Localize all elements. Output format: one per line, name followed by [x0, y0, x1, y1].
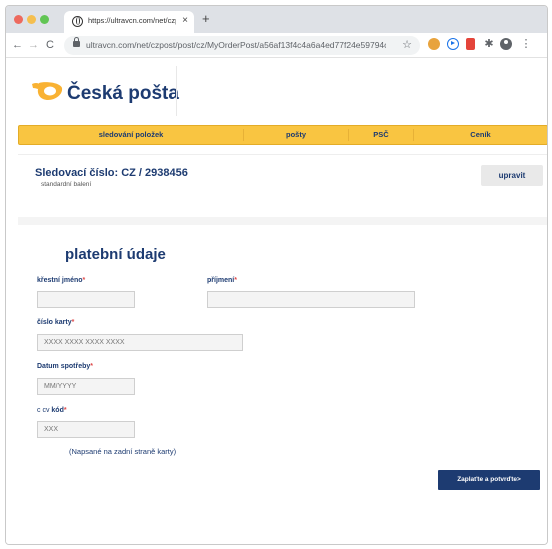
reload-icon[interactable]: C	[46, 38, 54, 52]
package-type: standardní balení	[41, 181, 92, 188]
menu-item-tracking[interactable]: sledování položek	[19, 126, 243, 144]
menu-item-postcode[interactable]: PSČ	[349, 126, 413, 144]
kebab-menu-icon[interactable]: ⋮	[520, 38, 532, 50]
close-window-button[interactable]	[14, 15, 23, 24]
expiry-input[interactable]	[37, 378, 135, 395]
surname-input[interactable]	[207, 291, 415, 308]
section-divider	[18, 217, 547, 225]
card-number-input[interactable]	[37, 334, 243, 351]
puzzle-icon[interactable]: ✱	[483, 38, 495, 50]
close-tab-icon[interactable]: ×	[182, 15, 188, 27]
logo[interactable]: Česká pošta	[30, 76, 180, 114]
main-menu: sledování položek pošty PSČ Ceník	[18, 125, 547, 145]
cookie-extension-icon[interactable]	[428, 38, 440, 50]
logo-text: Česká pošta	[67, 83, 179, 104]
form-title: platební údaje	[65, 246, 166, 263]
tracking-number: Sledovací číslo: CZ / 2938456	[35, 167, 188, 179]
first-name-label: křestní jméno*	[37, 277, 86, 284]
globe-icon	[72, 16, 83, 27]
play-extension-icon[interactable]	[447, 38, 459, 50]
pay-and-confirm-button[interactable]: Zaplaťte a potvrďte>	[438, 470, 540, 490]
card-number-label: číslo karty*	[37, 319, 75, 326]
tracking-panel: Sledovací číslo: CZ / 2938456 standardní…	[18, 154, 547, 218]
lock-icon	[73, 37, 80, 47]
tab-title: https://ultravcn.com/net/czpos	[88, 16, 176, 25]
maximize-window-button[interactable]	[40, 15, 49, 24]
cvv-input[interactable]	[37, 421, 135, 438]
menu-item-pricelist[interactable]: Ceník	[414, 126, 547, 144]
forward-icon[interactable]: →	[28, 38, 39, 52]
surname-label: příjmení*	[207, 277, 237, 284]
minimize-window-button[interactable]	[27, 15, 36, 24]
browser-window: https://ultravcn.com/net/czpos × + ← → C…	[5, 5, 548, 545]
payment-form: platební údaje křestní jméno* příjmení* …	[18, 225, 547, 544]
tab-strip: https://ultravcn.com/net/czpos × +	[6, 6, 547, 33]
url-text[interactable]: ultravcn.com/net/czpost/post/cz/MyOrderP…	[86, 40, 386, 50]
page-content: Česká pošta sledování položek pošty PSČ …	[6, 58, 547, 544]
address-bar[interactable]: ultravcn.com/net/czpost/post/cz/MyOrderP…	[64, 36, 420, 55]
cvv-label: c cv kód*	[37, 407, 67, 414]
profile-avatar-icon[interactable]	[500, 38, 512, 50]
expiry-label: Datum spotřeby*	[37, 363, 94, 370]
cvv-hint: (Napsané na zadní straně karty)	[69, 447, 177, 456]
red-extension-icon[interactable]	[466, 38, 475, 50]
first-name-input[interactable]	[37, 291, 135, 308]
header-divider	[176, 66, 177, 116]
browser-toolbar: ← → C ultravcn.com/net/czpost/post/cz/My…	[6, 33, 547, 58]
post-horn-logo-icon	[32, 82, 63, 100]
back-icon[interactable]: ←	[12, 38, 23, 52]
browser-tab[interactable]: https://ultravcn.com/net/czpos ×	[64, 11, 194, 33]
bookmark-star-icon[interactable]: ☆	[402, 38, 412, 51]
edit-button[interactable]: upravit	[481, 165, 543, 186]
menu-item-post-offices[interactable]: pošty	[244, 126, 348, 144]
new-tab-button[interactable]: +	[202, 12, 210, 26]
